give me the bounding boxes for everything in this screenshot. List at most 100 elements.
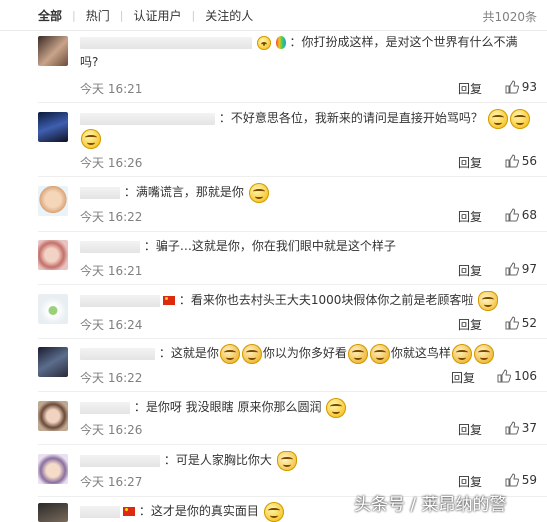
comment-text: 你就这鸟样	[390, 346, 451, 360]
like-button[interactable]: 93	[505, 80, 537, 94]
like-button[interactable]: 59	[505, 473, 537, 487]
disdain-emoji-icon	[248, 182, 269, 203]
comment-content: ：不好意思各位，我新来的请问是直接开始骂吗？	[80, 108, 539, 149]
avatar[interactable]	[38, 240, 68, 270]
smile-emoji-icon	[263, 501, 284, 522]
thumbs-up-icon	[505, 154, 519, 168]
like-button[interactable]: 52	[505, 316, 537, 330]
cat-emoji-icon	[276, 450, 297, 471]
smile-emoji-icon	[81, 129, 101, 149]
tab-divider: |	[191, 8, 196, 22]
username-blurred[interactable]	[80, 347, 155, 360]
comment-meta: 今天 16:27 回复 59	[80, 473, 537, 491]
balloon-icon	[275, 36, 286, 49]
like-count: 37	[521, 421, 537, 435]
comment-text: ：是你呀 我没眼瞎 原来你那么圆润	[133, 400, 322, 414]
thumbs-up-icon	[505, 208, 519, 222]
timestamp: 今天 16:26	[80, 423, 143, 437]
like-button[interactable]: 106	[497, 369, 537, 383]
tab-all[interactable]: 全部	[38, 7, 62, 24]
angry-emoji-icon	[369, 343, 390, 364]
like-button[interactable]: 37	[505, 421, 537, 435]
avatar[interactable]	[38, 454, 68, 484]
angry-emoji-icon	[241, 343, 262, 364]
comment-content: ：看来你也去村头王大夫1000块假体你之前是老顾客啦	[80, 290, 539, 311]
thumbs-up-icon	[505, 262, 519, 276]
tab-following[interactable]: 关注的人	[205, 7, 253, 24]
timestamp: 今天 16:27	[80, 475, 143, 489]
comment-meta: 今天 16:26 回复 56	[80, 154, 537, 172]
divider	[38, 231, 547, 232]
like-button[interactable]: 56	[505, 154, 537, 168]
comment-meta: 今天 16:21 回复 97	[80, 262, 537, 280]
tab-verified-users[interactable]: 认证用户	[133, 7, 181, 24]
like-button[interactable]: 68	[505, 208, 537, 222]
divider	[38, 338, 547, 339]
comment-content: ：是你呀 我没眼瞎 原来你那么圆润	[80, 397, 539, 418]
username-blurred[interactable]	[80, 112, 215, 125]
reply-button[interactable]: 回复	[458, 473, 482, 490]
like-count: 68	[521, 208, 537, 222]
like-count: 52	[521, 316, 537, 330]
comment-total-count: 共1020条	[482, 10, 537, 24]
reply-button[interactable]: 回复	[458, 80, 482, 97]
tab-divider: |	[72, 8, 76, 22]
divider	[38, 284, 547, 285]
avatar[interactable]	[38, 503, 68, 522]
timestamp: 今天 16:21	[80, 82, 143, 96]
angry-emoji-icon	[451, 343, 472, 364]
reply-button[interactable]: 回复	[458, 154, 482, 171]
angry-emoji-icon	[347, 343, 368, 364]
username-blurred[interactable]	[80, 401, 130, 414]
reply-button[interactable]: 回复	[458, 316, 482, 333]
comment-content: ：可是人家胸比你大	[80, 450, 539, 471]
like-count: 93	[521, 80, 537, 94]
reply-button[interactable]: 回复	[451, 369, 475, 386]
avatar[interactable]	[38, 294, 68, 324]
angry-emoji-icon	[473, 343, 494, 364]
china-flag-icon	[163, 296, 175, 305]
username-blurred[interactable]	[80, 294, 160, 307]
timestamp: 今天 16:24	[80, 318, 143, 332]
username-blurred[interactable]	[80, 240, 140, 253]
timestamp: 今天 16:22	[80, 210, 143, 224]
like-button[interactable]: 97	[505, 262, 537, 276]
comment-text: ：可是人家胸比你大	[163, 453, 272, 467]
avatar[interactable]	[38, 186, 68, 216]
avatar[interactable]	[38, 347, 68, 377]
comment-text: ：不好意思各位，我新来的请问是直接开始骂吗？	[218, 111, 483, 125]
thumbs-up-icon	[505, 421, 519, 435]
timestamp: 今天 16:26	[80, 156, 143, 170]
watermark: 头条号 / 莱昂纳的警	[354, 495, 507, 515]
smile-emoji-icon	[487, 108, 508, 129]
username-blurred[interactable]	[80, 454, 160, 467]
emoji-icon	[256, 35, 271, 50]
comment-text: ：看来你也去村头王大夫1000块假体你之前是老顾客啦	[178, 293, 474, 307]
username-blurred[interactable]	[80, 505, 120, 518]
divider	[38, 391, 547, 392]
comment-text: ：满嘴谎言，那就是你	[123, 185, 244, 199]
comment-meta: 今天 16:22 回复 68	[80, 208, 537, 226]
comment-text: 吗?	[80, 55, 99, 69]
comment-text: ：你打扮成这样，是对这个世界有什么不满	[289, 35, 518, 49]
avatar[interactable]	[38, 401, 68, 431]
avatar[interactable]	[38, 36, 68, 66]
reply-button[interactable]: 回复	[458, 208, 482, 225]
angry-emoji-icon	[219, 343, 240, 364]
china-flag-icon	[123, 507, 135, 516]
comment-meta: 今天 16:24 回复 52	[80, 316, 537, 334]
like-count: 59	[521, 473, 537, 487]
avatar[interactable]	[38, 112, 68, 142]
reply-button[interactable]: 回复	[458, 262, 482, 279]
username-blurred[interactable]	[80, 36, 252, 49]
tab-hot[interactable]: 热门	[86, 7, 110, 24]
username-blurred[interactable]	[80, 186, 120, 199]
comment-content: ：满嘴谎言，那就是你	[80, 182, 539, 203]
thumbs-up-icon	[505, 80, 519, 94]
like-count: 56	[521, 154, 537, 168]
comment-filter-tabs: 全部 | 热门 | 认证用户 | 关注的人 共1020条	[0, 0, 547, 31]
divider	[38, 102, 547, 103]
reply-button[interactable]: 回复	[458, 421, 482, 438]
timestamp: 今天 16:22	[80, 371, 143, 385]
comment-meta: 今天 16:21 回复 93	[80, 80, 537, 98]
